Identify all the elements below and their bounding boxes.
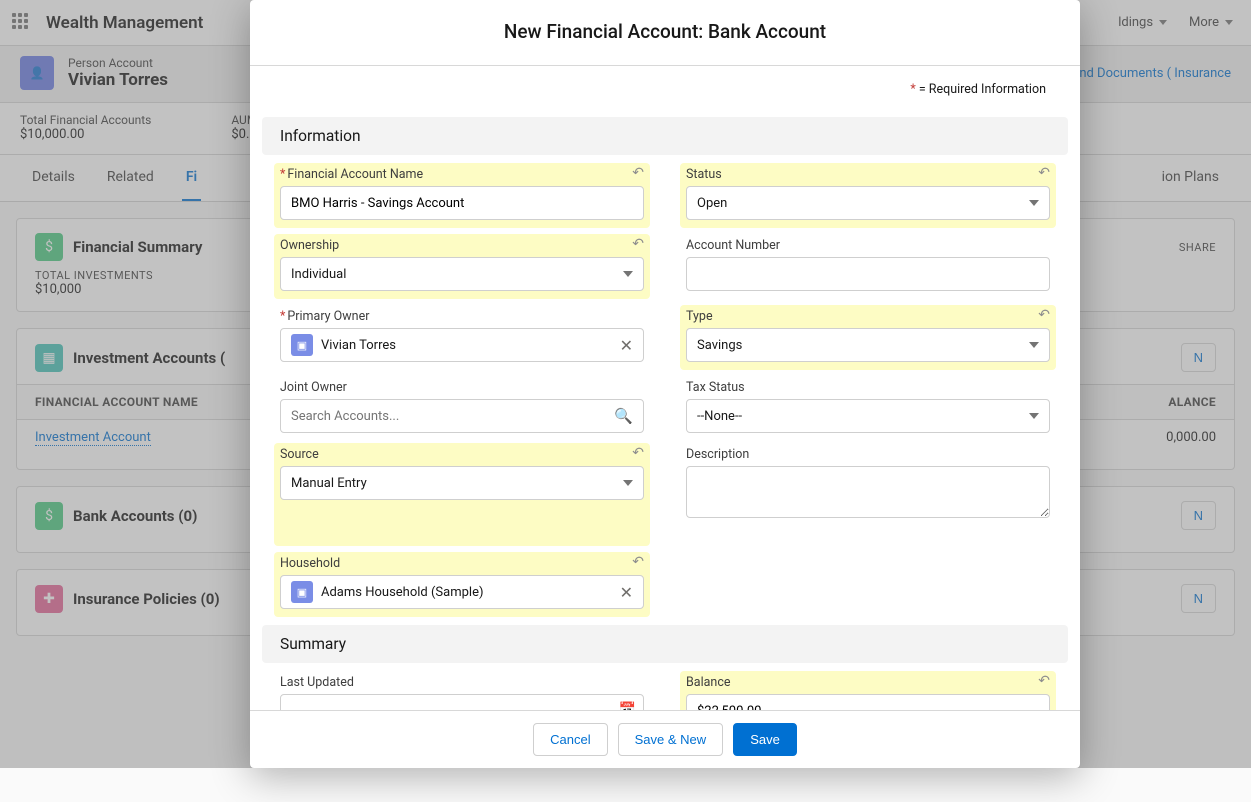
undo-icon[interactable]: ↶ [632, 236, 644, 252]
account-number-input[interactable] [686, 257, 1050, 291]
clear-icon[interactable]: ✕ [620, 583, 633, 602]
field-type: ↶ Type Savings [680, 305, 1056, 370]
chevron-down-icon [1029, 200, 1039, 206]
status-select[interactable]: Open [686, 186, 1050, 220]
tax-status-select[interactable]: --None-- [686, 399, 1050, 433]
clear-icon[interactable]: ✕ [620, 336, 633, 355]
undo-icon[interactable]: ↶ [632, 445, 644, 461]
account-record-icon: ▣ [291, 334, 313, 356]
field-financial-account-name: ↶ *Financial Account Name [274, 163, 650, 228]
required-info-note: * = Required Information [280, 66, 1050, 113]
cancel-button[interactable]: Cancel [533, 723, 607, 756]
undo-icon[interactable]: ↶ [1038, 673, 1050, 689]
field-account-number: Account Number [686, 238, 1050, 295]
field-tax-status: Tax Status --None-- [686, 380, 1050, 433]
balance-input[interactable] [686, 694, 1050, 710]
last-updated-input[interactable] [280, 694, 644, 710]
joint-owner-search-input[interactable] [291, 400, 606, 432]
type-select[interactable]: Savings [686, 328, 1050, 362]
undo-icon[interactable]: ↶ [632, 554, 644, 570]
new-financial-account-modal: New Financial Account: Bank Account * = … [250, 0, 1080, 768]
chevron-down-icon [1029, 342, 1039, 348]
household-lookup[interactable]: ▣ Adams Household (Sample) ✕ [280, 575, 644, 609]
field-status: ↶ Status Open [680, 163, 1056, 228]
save-and-new-button[interactable]: Save & New [618, 723, 724, 756]
calendar-icon[interactable]: 📅 [619, 702, 636, 710]
chevron-down-icon [1029, 413, 1039, 419]
field-last-updated: Last Updated 📅 [280, 675, 644, 710]
chevron-down-icon [623, 480, 633, 486]
field-balance: ↶ Balance [680, 671, 1056, 710]
chevron-down-icon [623, 271, 633, 277]
section-summary: Summary [262, 625, 1068, 663]
field-joint-owner: Joint Owner 🔍 [280, 380, 644, 433]
undo-icon[interactable]: ↶ [1038, 165, 1050, 181]
undo-icon[interactable]: ↶ [1038, 307, 1050, 323]
primary-owner-lookup[interactable]: ▣ Vivian Torres ✕ [280, 328, 644, 362]
account-record-icon: ▣ [291, 581, 313, 603]
modal-footer: Cancel Save & New Save [250, 710, 1080, 768]
description-textarea[interactable] [686, 466, 1050, 518]
section-information: Information [262, 117, 1068, 155]
source-select[interactable]: Manual Entry [280, 466, 644, 500]
search-icon: 🔍 [614, 407, 633, 425]
financial-account-name-input[interactable] [280, 186, 644, 220]
field-household: ↶ Household ▣ Adams Household (Sample) ✕ [274, 552, 650, 617]
field-source: ↶ Source Manual Entry [274, 443, 650, 546]
joint-owner-lookup[interactable]: 🔍 [280, 399, 644, 433]
field-ownership: ↶ Ownership Individual [274, 234, 650, 299]
undo-icon[interactable]: ↶ [632, 165, 644, 181]
save-button[interactable]: Save [733, 723, 797, 756]
ownership-select[interactable]: Individual [280, 257, 644, 291]
modal-title: New Financial Account: Bank Account [250, 0, 1080, 66]
field-description: Description [686, 447, 1050, 542]
field-primary-owner: *Primary Owner ▣ Vivian Torres ✕ [280, 309, 644, 366]
